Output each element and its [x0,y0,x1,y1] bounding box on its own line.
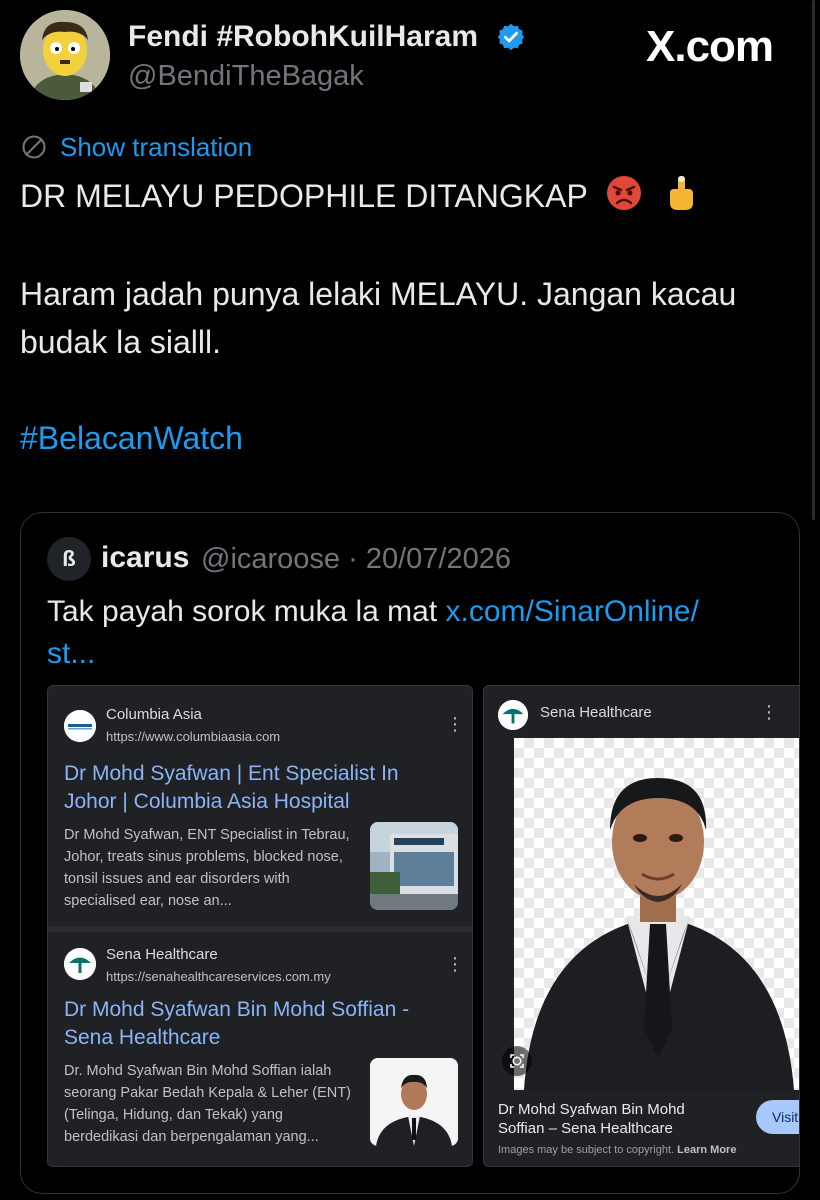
image-result-header: Sena Healthcare ⋮ [484,686,799,738]
search-result-sena[interactable]: Sena Healthcare https://senahealthcarese… [48,932,472,1166]
doctor-portrait-thumbnail[interactable] [370,1058,458,1146]
sena-healthcare-favicon [498,700,528,730]
middle-finger-emoji [670,176,694,210]
more-options-icon[interactable]: ⋮ [446,714,464,734]
quoted-link[interactable]: x.com/SinarOnline/ [446,595,699,628]
more-options-icon[interactable]: ⋮ [446,954,464,974]
result-site-url[interactable]: https://www.columbiaasia.com [106,729,280,744]
translate-globe-icon [22,135,46,159]
search-results-screenshot[interactable]: Columbia Asia https://www.columbiaasia.c… [47,685,473,1167]
display-name[interactable]: Fendi #RobohKuilHaram [128,20,478,54]
hashtag-link[interactable]: #BelacanWatch [20,414,810,462]
tweet-headline: DR MELAYU PEDOPHILE DITANGKAP [20,178,588,214]
copyright-notice: Images may be subject to copyright. Lear… [498,1144,736,1156]
profile-avatar[interactable] [20,10,110,100]
quoted-user-meta: @icaroose · 20/07/2026 [201,543,511,576]
result-site-name: Sena Healthcare [106,946,218,963]
result-site-url[interactable]: https://senahealthcareservices.com.my [106,969,331,984]
quoted-link-tail[interactable]: st... [47,637,95,670]
result-snippet: Dr Mohd Syafwan, ENT Specialist in Tebra… [64,827,350,909]
columbia-asia-favicon [64,710,96,742]
result-title-link[interactable]: Dr Mohd Syafwan Bin Mohd Soffian - Sena … [64,996,444,1052]
image-result-panel[interactable]: Sena Healthcare ⋮ Dr Mohd Syafwan Bin Mo… [483,685,799,1167]
quoted-tweet-card[interactable]: ß icarus @icaroose · 20/07/2026 Tak paya… [20,512,800,1194]
meta-separator: · [348,543,358,575]
quoted-user-handle[interactable]: @icaroose [201,543,340,575]
show-translation-button[interactable]: Show translation [20,130,252,164]
quoted-text-prefix: Tak payah sorok muka la mat [47,595,446,628]
image-site-name: Sena Healthcare [540,704,652,721]
sena-healthcare-favicon [64,948,96,980]
show-translation-label[interactable]: Show translation [60,132,252,163]
result-site-name: Columbia Asia [106,706,202,723]
verified-badge-icon [496,22,526,52]
more-options-icon[interactable]: ⋮ [760,702,778,723]
tweet-line-1: DR MELAYU PEDOPHILE DITANGKAP [20,172,810,220]
user-handle[interactable]: @BendiTheBagak [128,60,364,93]
quoted-tweet-date[interactable]: 20/07/2026 [366,543,511,575]
tweet-paragraph-2: Haram jadah punya lelaki MELAYU. Jangan … [20,276,737,360]
copyright-text: Images may be subject to copyright. [498,1144,675,1156]
quoted-user-name[interactable]: icarus [101,541,189,575]
search-result-columbia[interactable]: Columbia Asia https://www.columbiaasia.c… [48,686,472,932]
scrollbar[interactable] [812,0,815,520]
result-snippet: Dr. Mohd Syafwan Bin Mohd Soffian ialah … [64,1063,351,1145]
lens-search-icon[interactable] [502,1046,532,1076]
cartoon-avatar-image [20,10,110,100]
doctor-portrait-image[interactable] [514,738,799,1090]
visit-button[interactable]: Visit [756,1100,799,1134]
quoted-tweet-text: Tak payah sorok muka la mat x.com/SinarO… [47,591,787,675]
image-caption[interactable]: Dr Mohd Syafwan Bin Mohd Soffian – Sena … [498,1100,718,1138]
learn-more-link[interactable]: Learn More [677,1144,736,1156]
x-brand-logo: X.com [646,22,774,71]
result-title-link[interactable]: Dr Mohd Syafwan | Ent Specialist In Joho… [64,760,444,816]
hospital-building-thumbnail[interactable] [370,822,458,910]
angry-face-emoji [607,176,642,210]
quoted-user-avatar[interactable]: ß [47,537,91,581]
